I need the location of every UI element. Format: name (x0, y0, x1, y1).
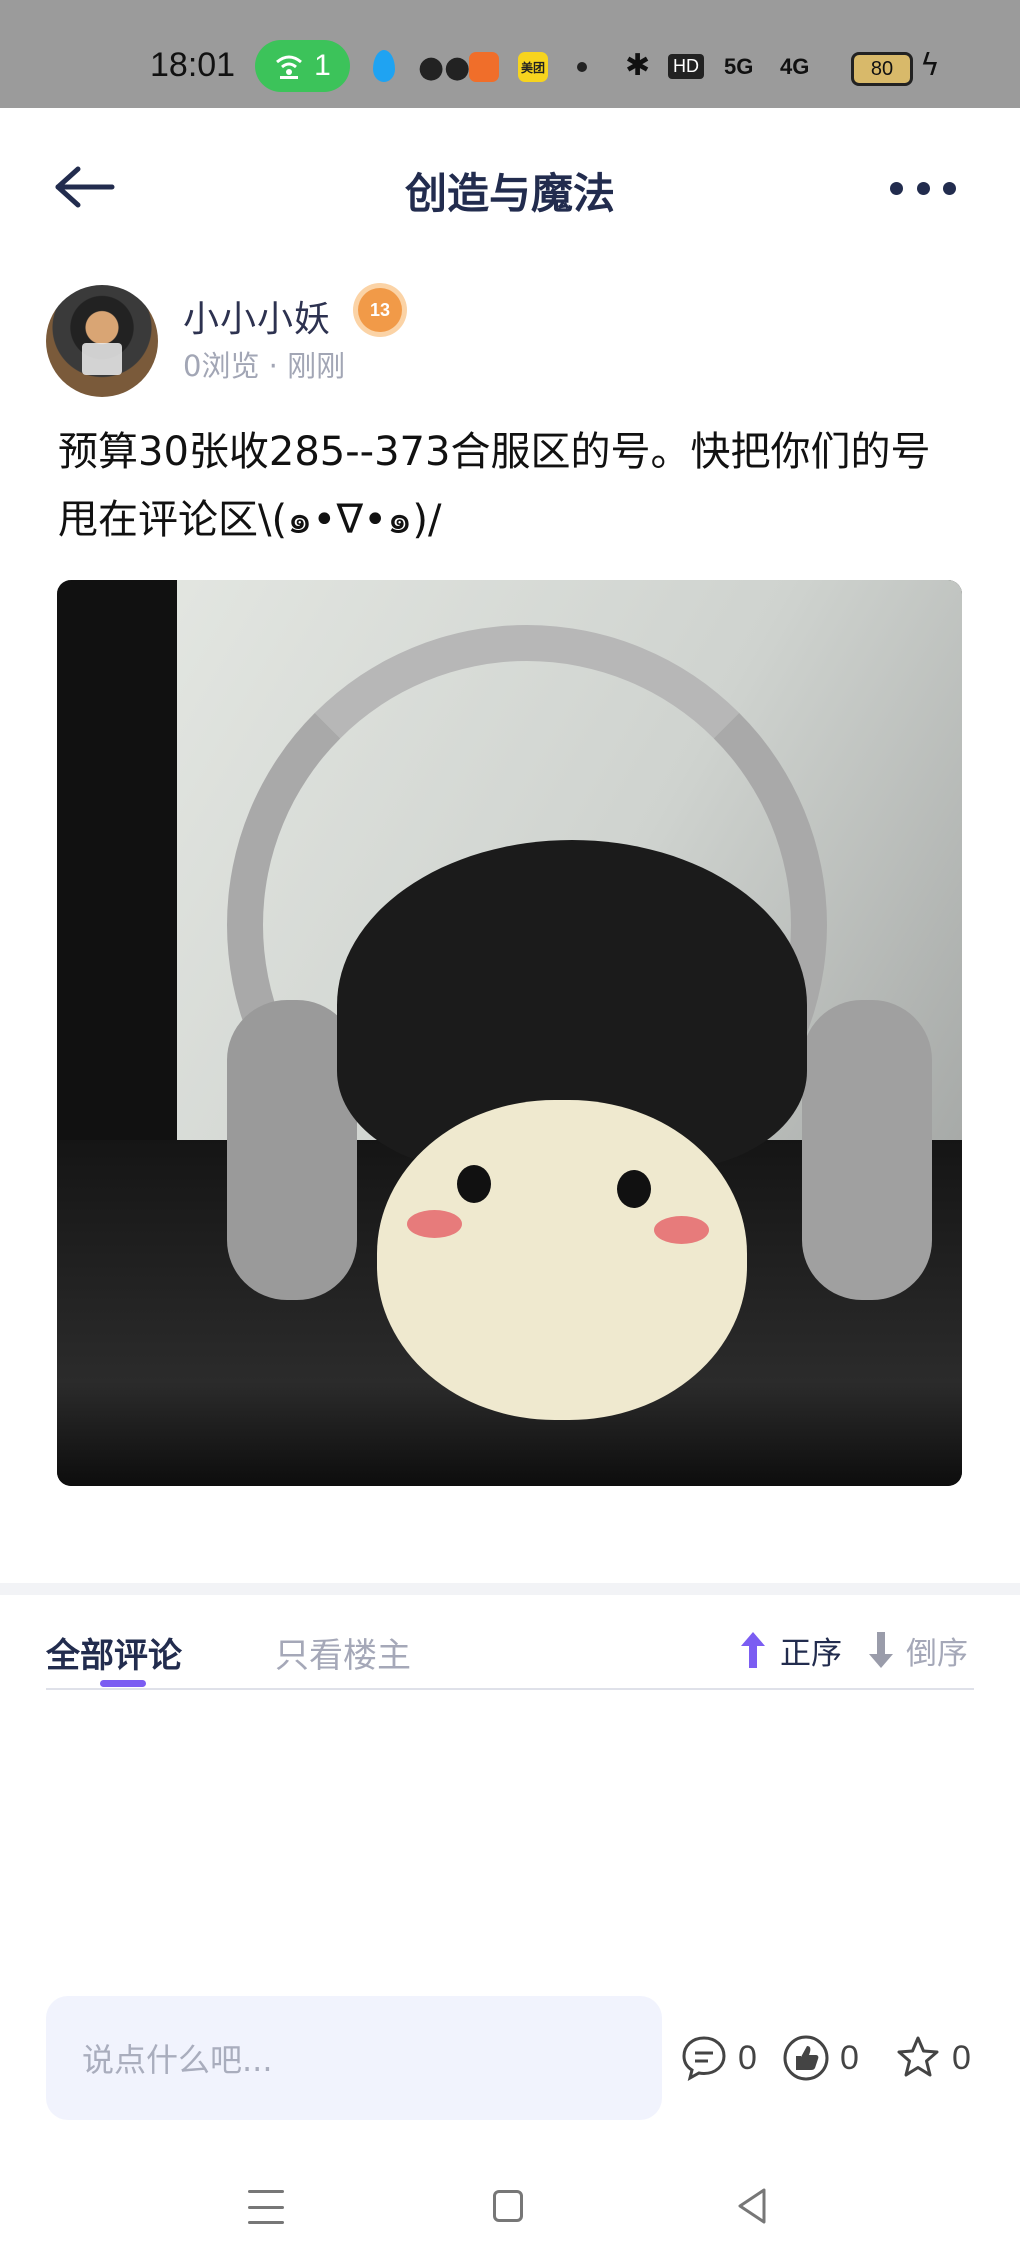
comment-input[interactable]: 说点什么吧... (46, 1996, 662, 2120)
comment-count: 0 (738, 2038, 757, 2077)
signal-5g-icon: 5G (724, 54, 754, 79)
post-meta: 0浏览 · 刚刚 (183, 349, 346, 383)
wifi-icon (276, 55, 303, 79)
sort-ascending-button[interactable]: 正序 (780, 1628, 842, 1673)
thumbs-up-icon (783, 2035, 829, 2081)
favorite-count-button[interactable]: 0 (894, 2033, 971, 2083)
status-time: 18:01 (150, 46, 236, 84)
wifi-status-pill: 1 (255, 40, 350, 92)
bluetooth-icon: ✱ (625, 48, 651, 83)
author-name[interactable]: 小小小妖 (183, 290, 331, 342)
battery-icon: 80 (851, 52, 913, 86)
comment-icon (682, 2036, 726, 2081)
hd-voice-icon: HD (668, 54, 704, 79)
section-divider (0, 1583, 1020, 1595)
drop-app-icon (373, 50, 395, 82)
signal-4g-icon: 4G (780, 54, 810, 79)
nav-menu-icon[interactable] (248, 2190, 284, 2224)
image-dark-edge (57, 580, 177, 1180)
image-plush-blush (654, 1216, 709, 1244)
like-count-button[interactable]: 0 (782, 2033, 859, 2083)
nav-home-icon[interactable] (493, 2190, 523, 2222)
avatar[interactable] (46, 285, 158, 397)
more-dots-icon[interactable] (890, 168, 956, 208)
app-notification-icon (469, 52, 499, 82)
tab-owner-only[interactable]: 只看楼主 (275, 1628, 411, 1677)
image-plush-eye (457, 1165, 491, 1203)
comment-count-button[interactable]: 0 (680, 2033, 757, 2083)
level-badge: 13 (358, 288, 402, 332)
sort-descending-button[interactable]: 倒序 (906, 1628, 968, 1673)
wifi-count: 1 (314, 49, 331, 82)
image-plush-blush (407, 1210, 462, 1238)
image-plush-face (377, 1100, 747, 1420)
wechat-icon: ●● (418, 50, 471, 85)
active-tab-indicator (100, 1680, 146, 1687)
image-plush-eye (617, 1170, 651, 1208)
arrow-down-icon[interactable] (866, 1630, 896, 1670)
page-title: 创造与魔法 (404, 169, 615, 218)
nav-back-icon[interactable] (734, 2186, 770, 2226)
arrow-up-icon[interactable] (738, 1630, 768, 1670)
post-text: 预算30张收285--373合服区的号。快把你们的号甩在评论区\(๑•ᐁ•๑)/ (58, 429, 931, 543)
notification-dot-icon (577, 62, 587, 72)
plush-with-headphones-image[interactable] (57, 580, 962, 1486)
star-icon (897, 2036, 939, 2077)
meituan-icon: 美团 (518, 52, 548, 82)
comment-input-placeholder: 说点什么吧... (82, 2041, 273, 2079)
image-headphone-cup-right (802, 1000, 932, 1300)
tab-underline (46, 1688, 974, 1690)
charging-icon: ϟ (920, 48, 940, 83)
favorite-count: 0 (952, 2038, 971, 2077)
tab-all-comments[interactable]: 全部评论 (46, 1628, 182, 1677)
like-count: 0 (840, 2038, 859, 2077)
